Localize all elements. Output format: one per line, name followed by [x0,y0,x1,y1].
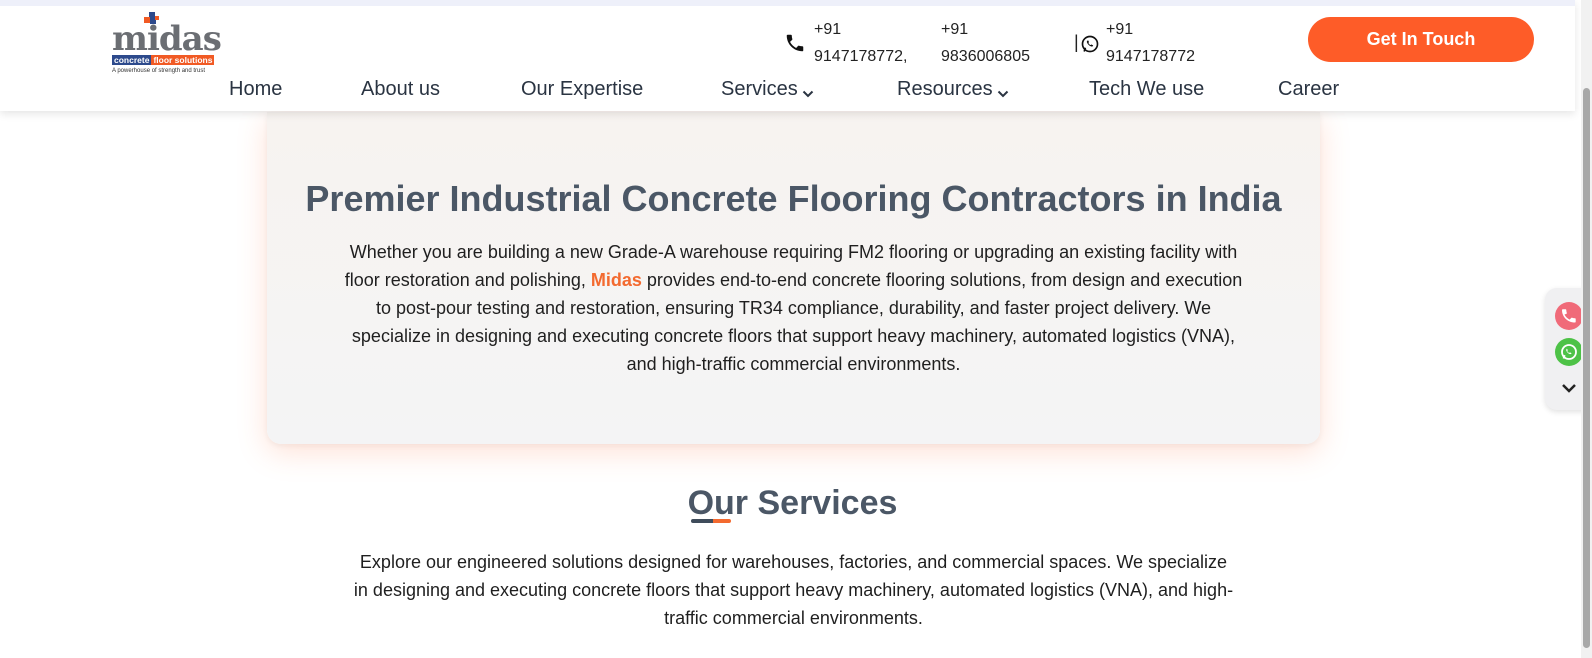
brand-highlight: Midas [590,270,642,290]
contact-prefix: +91 [1106,21,1134,38]
whatsapp-icon[interactable] [1555,338,1583,366]
logo-wordmark: midas [112,19,222,59]
services-description: Explore our engineered solutions designe… [353,552,1234,628]
logo-tagline: A powerhouse of strength and trust [112,68,206,74]
chevron-down-icon [997,81,1009,98]
phone-icon[interactable] [1555,302,1583,330]
nav-item-tech-we-use[interactable]: Tech We use [1089,76,1204,102]
contact-prefix: +91 [941,21,969,38]
phone-icon [784,32,806,54]
contact-number: 9147178772 [1106,48,1195,65]
nav-item-label: Resources [897,78,993,100]
site-header: midas concrete floor solutions A powerhou… [0,0,1575,111]
nav-item-label: Services [721,78,798,100]
nav-item-home[interactable]: Home [229,76,282,102]
nav-item-resources[interactable]: Resources [897,76,1009,102]
page-scrollbar[interactable] [1581,0,1592,658]
nav-item-about-us[interactable]: About us [361,76,440,102]
contact-separator: | [1074,32,1079,52]
contact-number: 9836006805 [941,48,1030,65]
nav-item-career[interactable]: Career [1278,76,1339,102]
chevron-down-icon [802,81,814,98]
hero-description: Whether you are building a new Grade-A w… [344,242,1243,374]
contact-phone-1[interactable]: +91 9147178772, [784,16,924,76]
nav-item-label: Career [1278,78,1340,100]
heading-underline [691,519,731,523]
contact-whatsapp[interactable]: | +91 9147178772 [1074,16,1209,76]
get-in-touch-button[interactable]: Get In Touch [1308,17,1534,62]
nav-item-label: Tech We use [1089,78,1205,100]
contact-phone-2[interactable]: +91 9836006805 [941,16,1061,76]
hero-card: Premier Industrial Concrete Flooring Con… [267,112,1320,444]
contact-prefix: +91 [814,21,842,38]
logo-subtitle: concrete floor solutions [112,55,215,65]
nav-item-label: Our Expertise [521,78,644,100]
nav-item-label: About us [361,78,440,100]
nav-item-label: Home [229,78,283,100]
hero-title: Premier Industrial Concrete Flooring Con… [305,178,1282,219]
contact-number: 9147178772, [814,48,908,65]
nav-item-our-expertise[interactable]: Our Expertise [521,76,643,102]
page: midas concrete floor solutions A powerhou… [0,0,1592,658]
nav-item-services[interactable]: Services [721,76,814,102]
chevron-down-icon[interactable] [1555,374,1583,402]
whatsapp-icon [1080,34,1100,54]
scrollbar-thumb[interactable] [1583,88,1590,648]
logo[interactable]: midas concrete floor solutions A powerhou… [112,12,224,78]
services-heading: Our Services [687,484,898,522]
